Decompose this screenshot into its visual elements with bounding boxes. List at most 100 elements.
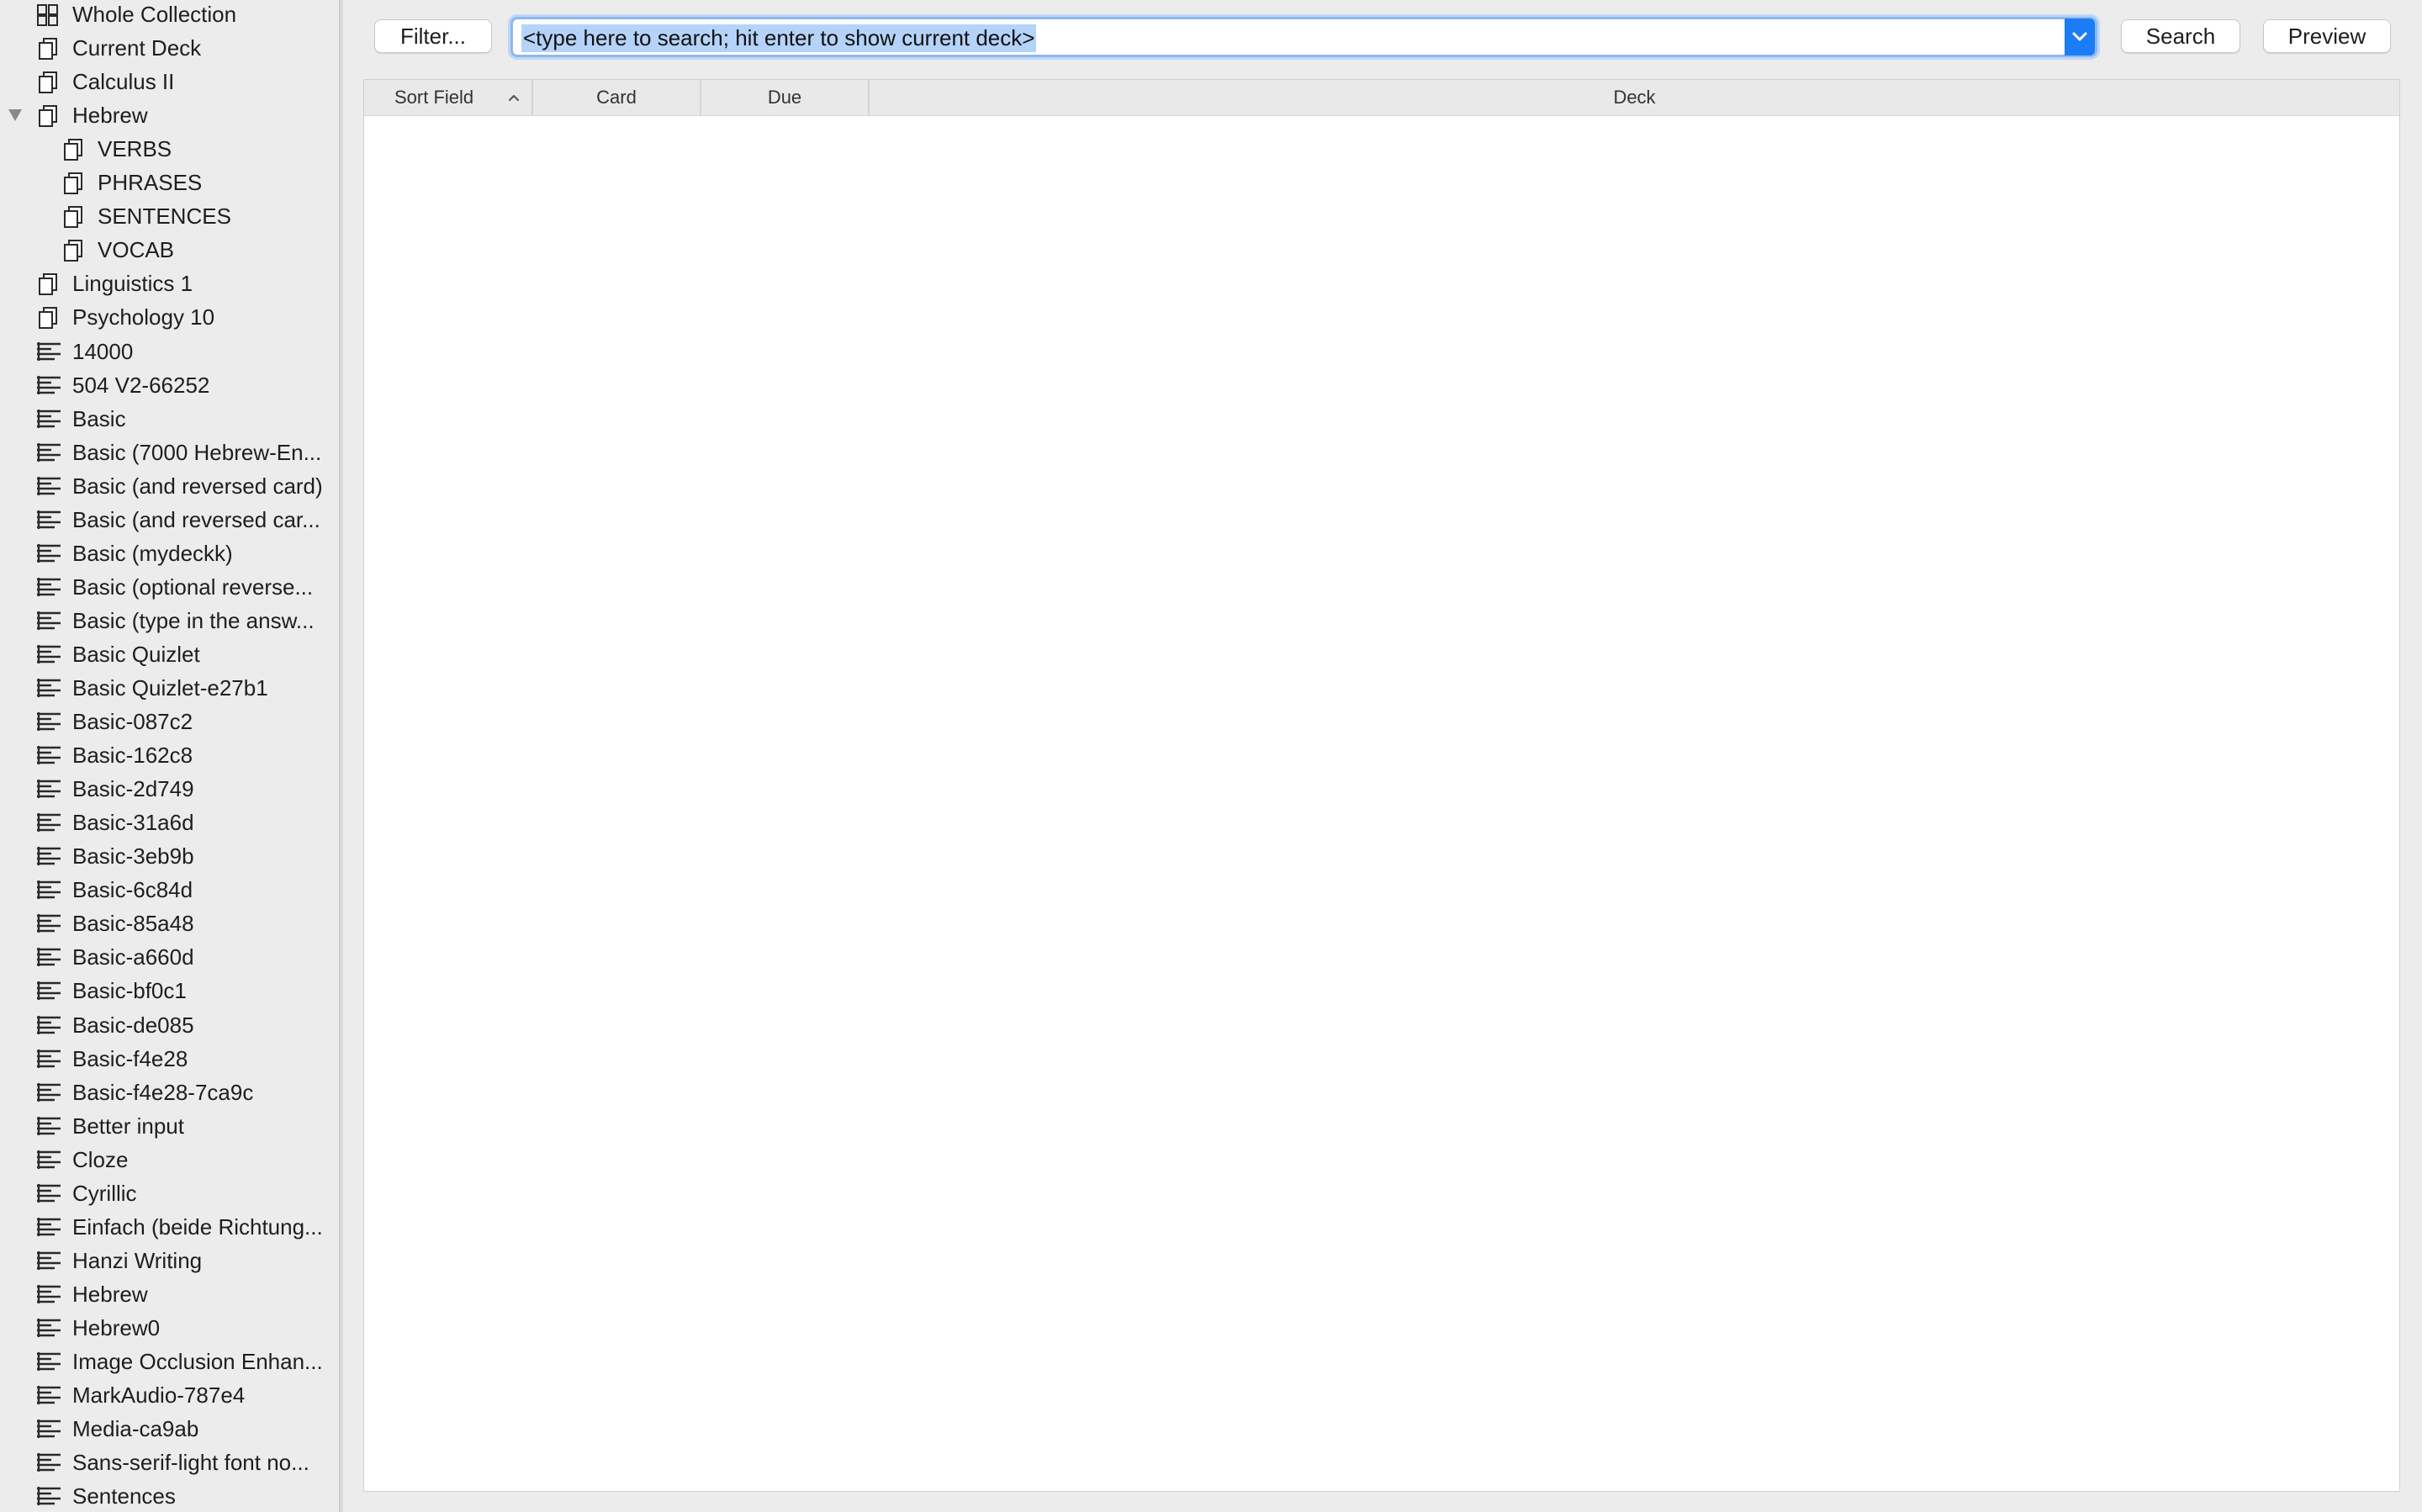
sidebar-item[interactable]: Basic-2d749 bbox=[0, 773, 339, 806]
preview-button[interactable]: Preview bbox=[2263, 19, 2391, 53]
sidebar-item[interactable]: Basic (7000 Hebrew-En... bbox=[0, 436, 339, 470]
sidebar-item-label: 14000 bbox=[72, 339, 134, 364]
sidebar-item[interactable]: Basic (optional reverse... bbox=[0, 571, 339, 605]
sidebar-item-label: Basic (7000 Hebrew-En... bbox=[72, 440, 322, 465]
sidebar-item-label: Basic Quizlet-e27b1 bbox=[72, 675, 268, 700]
sidebar-item[interactable]: Basic-31a6d bbox=[0, 806, 339, 840]
note-type-icon bbox=[36, 1216, 61, 1240]
sidebar-item-label: Basic-f4e28-7ca9c bbox=[72, 1080, 254, 1105]
sidebar-item[interactable]: Current Deck bbox=[0, 32, 339, 66]
sidebar-item[interactable]: Sentences bbox=[0, 1480, 339, 1512]
sidebar-item[interactable]: Basic-3eb9b bbox=[0, 840, 339, 874]
deck-icon bbox=[36, 272, 60, 296]
search-combobox[interactable]: <type here to search; hit enter to show … bbox=[510, 17, 2097, 57]
filter-button[interactable]: Filter... bbox=[374, 19, 492, 53]
sidebar-item[interactable]: Calculus II bbox=[0, 66, 339, 99]
sidebar-item[interactable]: Linguistics 1 bbox=[0, 267, 339, 301]
sidebar-item-label: Better input bbox=[72, 1113, 184, 1139]
sidebar-item[interactable]: Basic-f4e28 bbox=[0, 1043, 339, 1076]
sidebar-item[interactable]: Basic-162c8 bbox=[0, 739, 339, 773]
note-type-icon bbox=[36, 1014, 61, 1038]
sidebar-item-label: Basic-2d749 bbox=[72, 776, 194, 801]
note-type-icon bbox=[36, 509, 61, 532]
sidebar-tree[interactable]: Whole Collection Current Deck Calculus II H… bbox=[0, 0, 339, 1512]
sidebar-item[interactable]: Basic Quizlet-e27b1 bbox=[0, 672, 339, 706]
sidebar-item-label: Basic-6c84d bbox=[72, 877, 193, 902]
note-type-icon bbox=[36, 912, 61, 936]
sidebar-item[interactable]: Basic (and reversed car... bbox=[0, 504, 339, 537]
sidebar-item-label: Basic Quizlet bbox=[72, 642, 200, 667]
note-type-icon bbox=[36, 341, 61, 364]
sidebar-item[interactable]: Basic (type in the answ... bbox=[0, 605, 339, 638]
note-type-icon bbox=[36, 1451, 61, 1475]
sidebar-item-label: Calculus II bbox=[72, 69, 175, 94]
sidebar-item[interactable]: Hebrew bbox=[0, 1278, 339, 1312]
sidebar-item[interactable]: Basic-6c84d bbox=[0, 874, 339, 907]
sidebar-item-label: Basic (optional reverse... bbox=[72, 574, 314, 600]
note-type-icon bbox=[36, 1384, 61, 1408]
sidebar-item-label: Basic-a660d bbox=[72, 944, 194, 970]
sidebar-item[interactable]: Basic bbox=[0, 403, 339, 436]
note-type-icon bbox=[36, 812, 61, 835]
sidebar-item[interactable]: Basic-087c2 bbox=[0, 706, 339, 739]
sidebar-item[interactable]: Hanzi Writing bbox=[0, 1245, 339, 1278]
disclosure-triangle-icon[interactable] bbox=[8, 109, 22, 121]
note-type-icon bbox=[36, 610, 61, 633]
sidebar-item[interactable]: Hebrew bbox=[0, 99, 339, 133]
sidebar-item[interactable]: Basic-85a48 bbox=[0, 907, 339, 941]
sidebar-item[interactable]: Basic-de085 bbox=[0, 1009, 339, 1043]
sidebar-item[interactable]: Einfach (beide Richtung... bbox=[0, 1211, 339, 1245]
sidebar-item[interactable]: 14000 bbox=[0, 336, 339, 369]
sidebar-item[interactable]: Basic-f4e28-7ca9c bbox=[0, 1076, 339, 1110]
note-type-icon bbox=[36, 744, 61, 768]
sidebar-item[interactable]: Sans-serif-light font no... bbox=[0, 1446, 339, 1480]
column-header-sort-field[interactable]: Sort Field bbox=[364, 80, 533, 115]
sidebar-item[interactable]: Better input bbox=[0, 1110, 339, 1144]
sidebar-item[interactable]: PHRASES bbox=[0, 167, 339, 200]
note-type-icon bbox=[36, 1048, 61, 1071]
sidebar-item[interactable]: MarkAudio-787e4 bbox=[0, 1379, 339, 1413]
column-header-label: Deck bbox=[1613, 87, 1656, 108]
search-button[interactable]: Search bbox=[2121, 19, 2240, 53]
sidebar-item[interactable]: Basic (and reversed card) bbox=[0, 470, 339, 504]
sidebar-item-label: Psychology 10 bbox=[72, 304, 215, 330]
deck-icon bbox=[61, 239, 85, 262]
deck-icon bbox=[36, 306, 60, 330]
sidebar-item-label: Basic-162c8 bbox=[72, 743, 193, 768]
sidebar-item-label: Basic-85a48 bbox=[72, 911, 194, 936]
sidebar-item-label: Basic (mydeckk) bbox=[72, 541, 233, 566]
sidebar-item[interactable]: Basic-bf0c1 bbox=[0, 975, 339, 1008]
note-type-icon bbox=[36, 1485, 61, 1509]
sidebar-item[interactable]: Hebrew0 bbox=[0, 1312, 339, 1345]
search-input[interactable]: <type here to search; hit enter to show … bbox=[521, 24, 1037, 52]
sidebar-item-label: VERBS bbox=[98, 136, 172, 161]
sidebar-item[interactable]: VOCAB bbox=[0, 234, 339, 267]
sidebar-item[interactable]: Psychology 10 bbox=[0, 301, 339, 335]
column-header-deck[interactable]: Deck bbox=[870, 80, 2399, 115]
column-header-card[interactable]: Card bbox=[533, 80, 701, 115]
sidebar-item[interactable]: Cloze bbox=[0, 1144, 339, 1177]
sidebar-item-label: 504 V2-66252 bbox=[72, 373, 210, 398]
search-history-dropdown[interactable] bbox=[2065, 19, 2095, 56]
sidebar-item-label: Cloze bbox=[72, 1147, 129, 1172]
sidebar-item[interactable]: Basic (mydeckk) bbox=[0, 537, 339, 571]
sidebar-splitter[interactable] bbox=[339, 0, 343, 1512]
note-type-icon bbox=[36, 1418, 61, 1441]
sidebar-item[interactable]: Whole Collection bbox=[0, 0, 339, 32]
sidebar-item[interactable]: Image Occlusion Enhan... bbox=[0, 1345, 339, 1379]
note-type-icon bbox=[36, 1283, 61, 1307]
sidebar-item-label: Cyrillic bbox=[72, 1181, 137, 1206]
sidebar-item[interactable]: SENTENCES bbox=[0, 200, 339, 234]
sidebar-item-label: Whole Collection bbox=[72, 2, 237, 27]
card-list-table[interactable]: Sort Field Card Due Deck bbox=[363, 79, 2400, 1492]
sidebar-item[interactable]: Cyrillic bbox=[0, 1177, 339, 1211]
note-type-icon bbox=[36, 1081, 61, 1105]
sidebar-item[interactable]: Media-ca9ab bbox=[0, 1413, 339, 1446]
column-header-due[interactable]: Due bbox=[701, 80, 870, 115]
sidebar-item[interactable]: Basic Quizlet bbox=[0, 638, 339, 672]
sidebar-item[interactable]: 504 V2-66252 bbox=[0, 369, 339, 403]
sidebar-item[interactable]: Basic-a660d bbox=[0, 941, 339, 975]
sidebar-item[interactable]: VERBS bbox=[0, 133, 339, 167]
sidebar-item-label: Basic (type in the answ... bbox=[72, 608, 315, 633]
deck-icon bbox=[61, 138, 85, 161]
